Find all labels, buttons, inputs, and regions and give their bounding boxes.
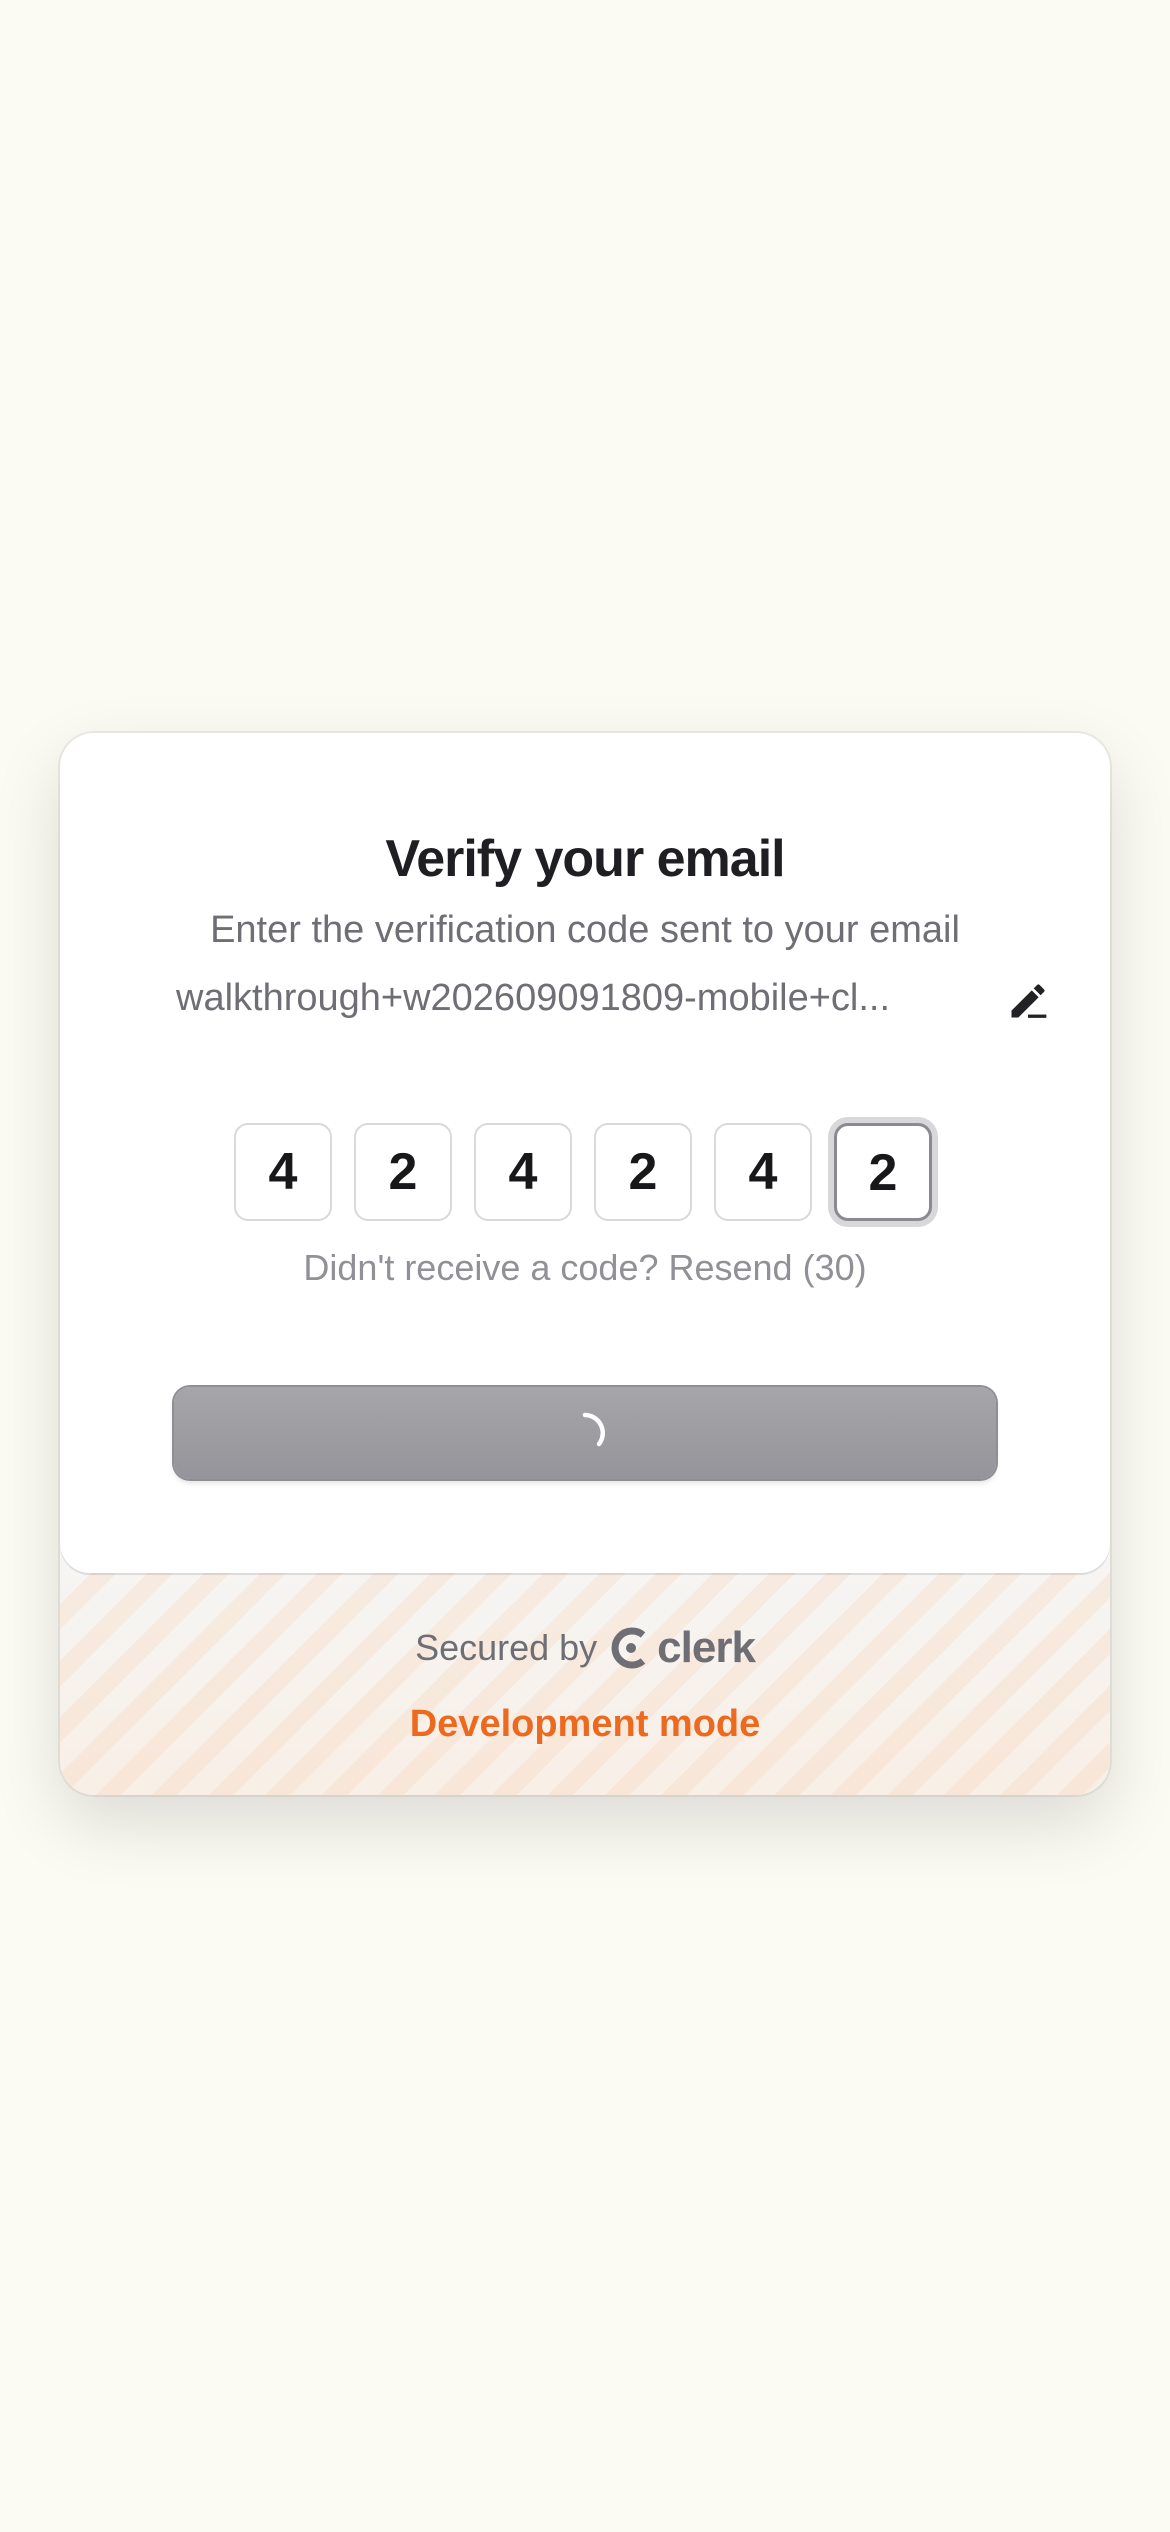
card-footer: Secured by clerk Development mode <box>60 1573 1110 1795</box>
secured-by-label: Secured by <box>415 1627 598 1668</box>
continue-button[interactable] <box>174 1387 996 1479</box>
edit-email-button[interactable] <box>1000 973 1056 1029</box>
clerk-logo-icon <box>611 1627 646 1669</box>
clerk-brand-link[interactable]: clerk <box>611 1623 756 1673</box>
otp-digit-1[interactable]: 4 <box>234 1123 332 1221</box>
verify-panel: Verify your email Enter the verification… <box>60 733 1110 1573</box>
resend-code-link[interactable]: Didn't receive a code? Resend (30) <box>60 1247 1110 1289</box>
spinner-icon <box>582 1412 605 1447</box>
otp-digit-3[interactable]: 4 <box>474 1123 572 1221</box>
development-mode-badge: Development mode <box>409 1703 761 1745</box>
secured-by-row: Secured by clerk <box>60 1623 1110 1673</box>
otp-digit-2[interactable]: 2 <box>354 1123 452 1221</box>
sign-in-card: Verify your email Enter the verification… <box>60 733 1110 1795</box>
email-identity-row: walkthrough+w202609091809-mobile+cl... <box>176 973 1056 1029</box>
page-title: Verify your email <box>385 830 785 888</box>
clerk-wordmark: clerk <box>657 1623 756 1672</box>
instruction-text: Enter the verification code sent to your… <box>210 909 960 951</box>
otp-digit-4[interactable]: 2 <box>594 1123 692 1221</box>
otp-code-input: 4 2 4 2 4 2 <box>234 1123 946 1227</box>
otp-digit-5[interactable]: 4 <box>714 1123 812 1221</box>
email-address: walkthrough+w202609091809-mobile+cl... <box>176 977 891 1019</box>
pencil-edit-icon <box>1011 984 1047 1018</box>
otp-digit-6[interactable]: 2 <box>834 1123 932 1221</box>
